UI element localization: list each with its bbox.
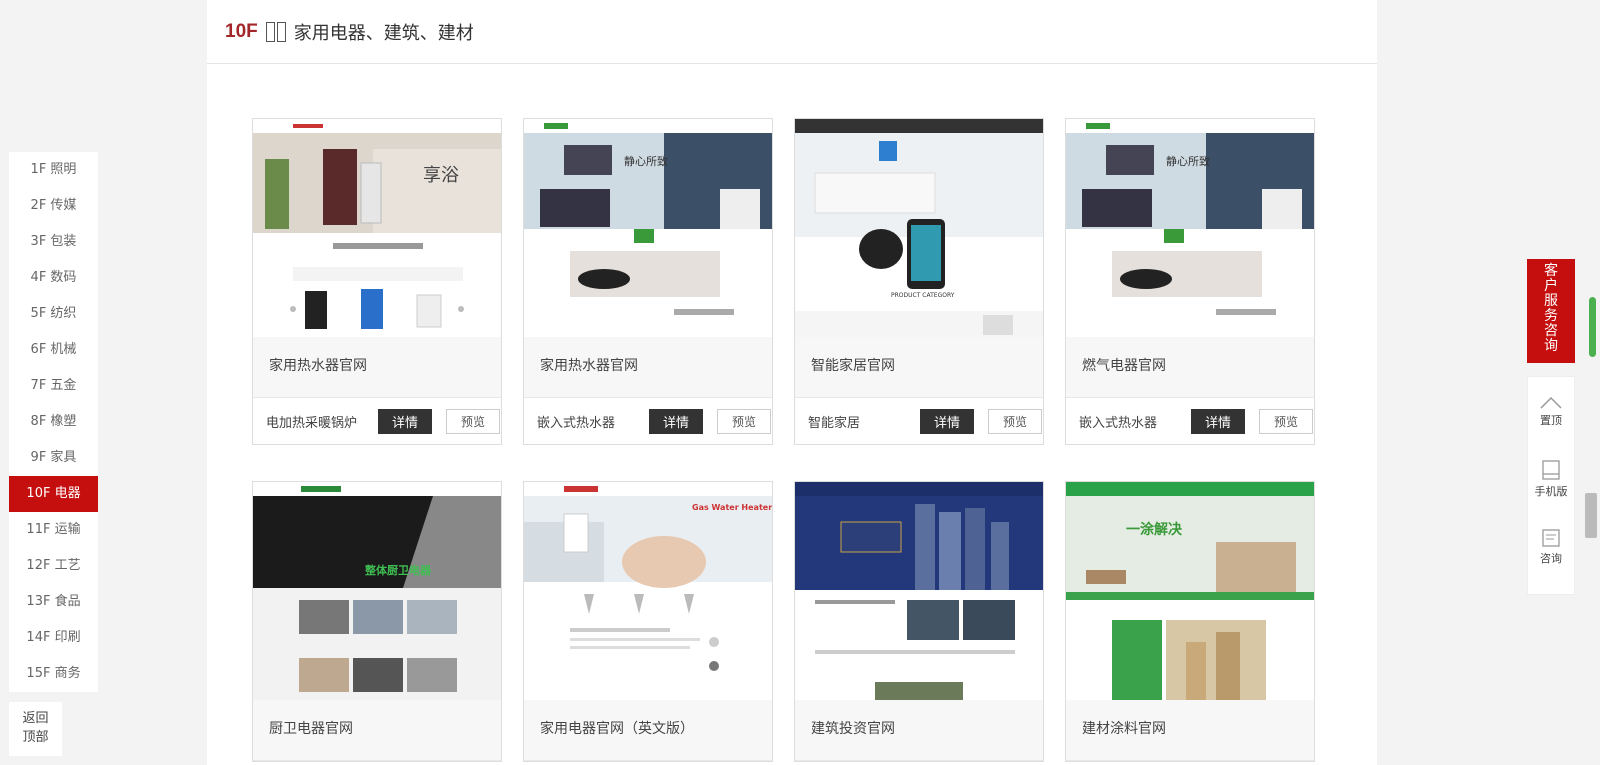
floor-nav-item-3f[interactable]: 3F 包装 bbox=[9, 224, 98, 260]
thumb-hero-text: Gas Water Heater bbox=[692, 503, 772, 512]
template-category: 电加热采暖锅炉 bbox=[266, 415, 358, 431]
back-top-line2: 顶部 bbox=[22, 730, 49, 745]
floor-nav-item-11f[interactable]: 11F 运输 bbox=[9, 512, 98, 548]
template-name[interactable]: 家用热水器官网 bbox=[253, 337, 501, 398]
template-category: 智能家居 bbox=[808, 415, 861, 431]
template-name[interactable]: 燃气电器官网 bbox=[1066, 337, 1314, 398]
thumb-hero-text: PRODUCT CATEGORY bbox=[891, 292, 955, 299]
chevron-up-icon bbox=[1540, 396, 1562, 409]
mobile-icon bbox=[1542, 459, 1560, 480]
scroll-top-label: 置顶 bbox=[1540, 413, 1562, 427]
floor-nav-item-14f[interactable]: 14F 印刷 bbox=[9, 620, 98, 656]
template-name[interactable]: 智能家居官网 bbox=[795, 337, 1043, 398]
right-toolbar: 置顶 手机版 咨询 bbox=[1527, 376, 1575, 595]
template-card: 建筑投资官网 bbox=[794, 481, 1044, 762]
detail-button[interactable]: 详情 bbox=[920, 408, 974, 434]
book-icon bbox=[265, 21, 286, 42]
floor-nav-item-5f[interactable]: 5F 纺织 bbox=[9, 296, 98, 332]
template-card: 静心所致 家用热水器官网 嵌入式热水器 详情 预览 bbox=[523, 118, 773, 445]
floor-nav-item-12f[interactable]: 12F 工艺 bbox=[9, 548, 98, 584]
template-name[interactable]: 厨卫电器官网 bbox=[253, 700, 501, 761]
preview-button[interactable]: 预览 bbox=[446, 408, 500, 434]
template-thumbnail[interactable]: PRODUCT CATEGORY bbox=[795, 119, 1043, 337]
preview-button[interactable]: 预览 bbox=[988, 408, 1042, 434]
mobile-version-label: 手机版 bbox=[1534, 484, 1568, 498]
thumb-hero-text: 享浴 bbox=[423, 165, 459, 186]
template-name[interactable]: 建筑投资官网 bbox=[795, 700, 1043, 761]
back-top-line1: 返回 bbox=[22, 711, 49, 726]
thumb-hero-text: 静心所致 bbox=[624, 154, 668, 168]
floor-nav-item-4f[interactable]: 4F 数码 bbox=[9, 260, 98, 296]
template-thumbnail[interactable]: 享浴 bbox=[253, 119, 501, 337]
floor-number: 10F bbox=[225, 20, 258, 42]
card-footer: 电加热采暖锅炉 详情 预览 bbox=[253, 398, 501, 444]
consult-button[interactable]: 咨询 bbox=[1528, 513, 1574, 581]
template-name[interactable]: 建材涂料官网 bbox=[1066, 700, 1314, 761]
floor-nav-item-13f[interactable]: 13F 食品 bbox=[9, 584, 98, 620]
mobile-version-button[interactable]: 手机版 bbox=[1528, 445, 1574, 513]
card-footer: 嵌入式热水器 详情 预览 bbox=[1066, 398, 1314, 444]
floor-title: 家用电器、建筑、建材 bbox=[293, 22, 474, 44]
floor-nav-item-8f[interactable]: 8F 橡塑 bbox=[9, 404, 98, 440]
template-thumbnail[interactable]: 一涂解决 bbox=[1066, 482, 1314, 700]
template-card: 享浴 家用热水器官网 电加热采暖锅炉 详情 预览 bbox=[252, 118, 502, 445]
detail-button[interactable]: 详情 bbox=[378, 408, 432, 434]
scroll-top-button[interactable]: 置顶 bbox=[1528, 377, 1574, 445]
preview-button[interactable]: 预览 bbox=[717, 408, 771, 434]
template-thumbnail[interactable]: 静心所致 bbox=[1066, 119, 1314, 337]
main-panel: 10F 家用电器、建筑、建材 享浴 家用热水器官网 电加热采暖锅炉 详情 预览 … bbox=[207, 0, 1377, 765]
template-thumbnail[interactable]: Gas Water Heater bbox=[524, 482, 772, 700]
template-card: PRODUCT CATEGORY 智能家居官网 智能家居 详情 预览 bbox=[794, 118, 1044, 445]
template-card: 静心所致 燃气电器官网 嵌入式热水器 详情 预览 bbox=[1065, 118, 1315, 445]
card-footer: 智能家居 详情 预览 bbox=[795, 398, 1043, 444]
page-scroll-indicator[interactable] bbox=[1589, 297, 1596, 357]
floor-nav-item-10f[interactable]: 10F 电器 bbox=[9, 476, 98, 512]
consult-label: 咨询 bbox=[1540, 551, 1562, 565]
customer-service-button[interactable]: 客户服务咨询 bbox=[1527, 259, 1575, 363]
template-thumbnail[interactable] bbox=[795, 482, 1043, 700]
template-name[interactable]: 家用电器官网（英文版） bbox=[524, 700, 772, 761]
floor-header: 10F 家用电器、建筑、建材 bbox=[207, 0, 1377, 64]
template-card: 一涂解决 建材涂料官网 bbox=[1065, 481, 1315, 762]
floor-nav-item-7f[interactable]: 7F 五金 bbox=[9, 368, 98, 404]
scrollbar-thumb[interactable] bbox=[1585, 493, 1597, 538]
template-name[interactable]: 家用热水器官网 bbox=[524, 337, 772, 398]
preview-button[interactable]: 预览 bbox=[1259, 408, 1313, 434]
floor-nav-item-15f[interactable]: 15F 商务 bbox=[9, 656, 98, 692]
card-footer: 嵌入式热水器 详情 预览 bbox=[524, 398, 772, 444]
template-thumbnail[interactable]: 静心所致 bbox=[524, 119, 772, 337]
thumb-hero-text: 整体厨卫电器 bbox=[364, 563, 432, 577]
floor-nav-item-9f[interactable]: 9F 家具 bbox=[9, 440, 98, 476]
detail-button[interactable]: 详情 bbox=[1191, 408, 1245, 434]
template-category: 嵌入式热水器 bbox=[1079, 415, 1158, 431]
detail-button[interactable]: 详情 bbox=[649, 408, 703, 434]
thumb-hero-text: 一涂解决 bbox=[1126, 521, 1183, 538]
template-card: Gas Water Heater 家用电器官网（英文版） bbox=[523, 481, 773, 762]
floor-nav-item-2f[interactable]: 2F 传媒 bbox=[9, 188, 98, 224]
back-to-top-button[interactable]: 返回 顶部 bbox=[9, 702, 62, 756]
template-category: 嵌入式热水器 bbox=[537, 415, 616, 431]
template-card: 整体厨卫电器 厨卫电器官网 bbox=[252, 481, 502, 762]
template-thumbnail[interactable]: 整体厨卫电器 bbox=[253, 482, 501, 700]
floor-nav-item-6f[interactable]: 6F 机械 bbox=[9, 332, 98, 368]
floor-nav: 1F 照明 2F 传媒 3F 包装 4F 数码 5F 纺织 6F 机械 7F 五… bbox=[9, 152, 98, 692]
thumb-hero-text: 静心所致 bbox=[1166, 154, 1210, 168]
message-icon bbox=[1542, 528, 1560, 547]
floor-nav-item-1f[interactable]: 1F 照明 bbox=[9, 152, 98, 188]
